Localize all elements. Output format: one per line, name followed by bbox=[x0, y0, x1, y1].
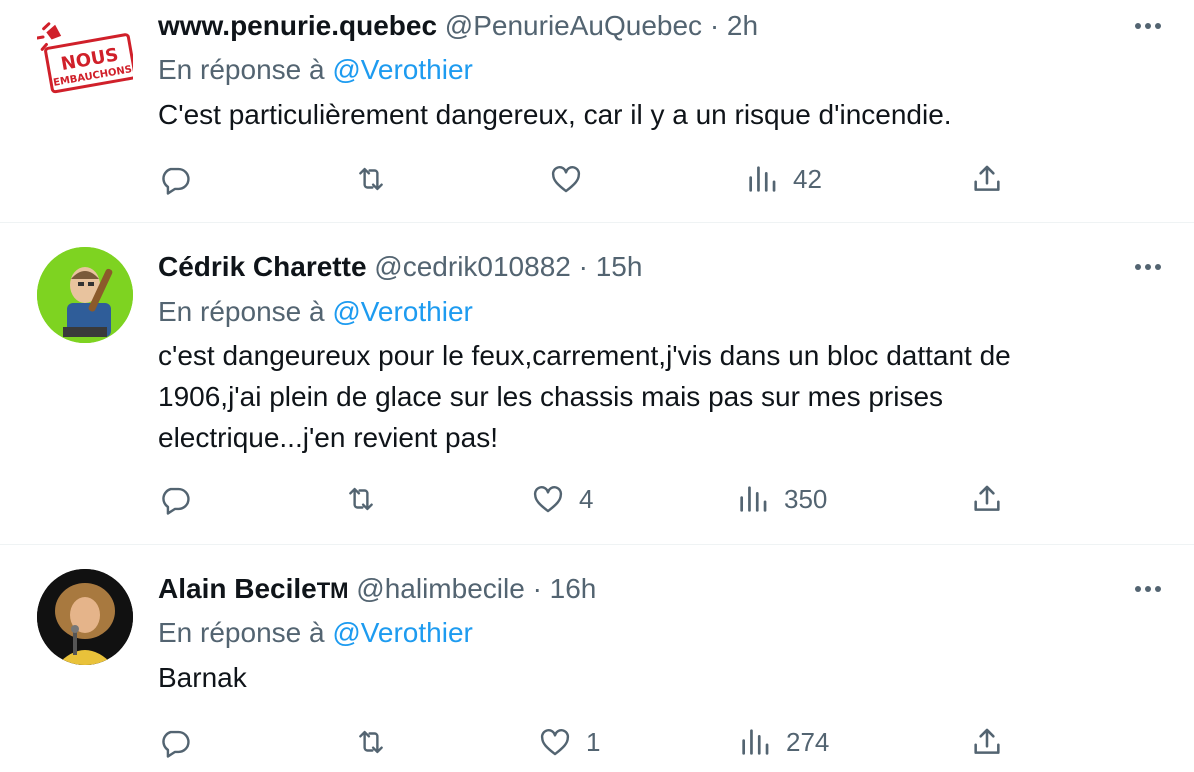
retweet-icon bbox=[349, 487, 373, 511]
tweet-text-line: c'est dangeureux pour le feux,carrement,… bbox=[158, 340, 1011, 371]
share-button[interactable] bbox=[970, 157, 1004, 201]
reply-mention-link[interactable]: @Verothier bbox=[332, 54, 473, 85]
more-button[interactable] bbox=[1128, 569, 1168, 609]
like-count: 4 bbox=[579, 483, 594, 514]
tweet-header: Alain BecileTM @halimbecile · 16h bbox=[158, 569, 1114, 609]
like-button[interactable] bbox=[549, 157, 597, 201]
tweet-text-line: 1906,j'ai plein de glace sur les chassis… bbox=[158, 381, 944, 412]
retweet-button[interactable] bbox=[354, 720, 388, 764]
like-count: 1 bbox=[586, 726, 601, 757]
reply-icon bbox=[162, 487, 190, 515]
reply-button[interactable] bbox=[158, 157, 192, 201]
retweet-icon bbox=[359, 730, 383, 754]
avatar[interactable] bbox=[37, 569, 133, 665]
tweet-text-line: electrique...j'en revient pas! bbox=[158, 422, 498, 453]
reply-icon bbox=[162, 167, 190, 195]
reply-context: En réponse à @Verothier bbox=[158, 50, 473, 90]
share-icon bbox=[974, 165, 1000, 191]
name-suffix: TM bbox=[316, 578, 349, 603]
retweet-icon bbox=[359, 167, 383, 191]
tweet[interactable]: Cédrik Charette @cedrik010882 · 15h En r… bbox=[0, 223, 1194, 544]
tweet[interactable]: Alain BecileTM @halimbecile · 16h En rép… bbox=[0, 545, 1194, 772]
views-button[interactable]: 274 bbox=[738, 720, 829, 764]
reply-prefix: En réponse à bbox=[158, 54, 325, 85]
reply-context: En réponse à @Verothier bbox=[158, 292, 473, 332]
more-icon bbox=[1135, 23, 1141, 29]
share-button[interactable] bbox=[970, 477, 1004, 521]
tweet-text-line: Barnak bbox=[158, 662, 247, 693]
reply-icon bbox=[162, 730, 190, 758]
views-icon bbox=[749, 166, 776, 192]
avatar[interactable]: NOUS EMBAUCHONS bbox=[35, 8, 137, 104]
more-icon bbox=[1135, 264, 1141, 270]
retweet-button[interactable] bbox=[344, 477, 378, 521]
views-button[interactable]: 42 bbox=[745, 157, 822, 201]
display-name[interactable]: Cédrik Charette bbox=[158, 251, 367, 282]
reply-prefix: En réponse à bbox=[158, 296, 325, 327]
views-button[interactable]: 350 bbox=[736, 477, 827, 521]
timestamp[interactable]: · 2h bbox=[710, 10, 758, 41]
like-button[interactable]: 1 bbox=[538, 720, 600, 764]
share-button[interactable] bbox=[970, 720, 1004, 764]
tweet-header: Cédrik Charette @cedrik010882 · 15h bbox=[158, 247, 1114, 287]
avatar-portrait-image bbox=[37, 569, 133, 665]
view-count: 274 bbox=[786, 726, 830, 757]
reply-mention-link[interactable]: @Verothier bbox=[332, 617, 473, 648]
share-icon bbox=[974, 485, 1000, 511]
tweet-text: C'est particulièrement dangereux, car il… bbox=[158, 94, 1148, 135]
reply-button[interactable] bbox=[158, 477, 192, 521]
views-icon bbox=[742, 729, 769, 755]
display-name[interactable]: Alain Becile bbox=[158, 573, 317, 604]
reply-mention-link[interactable]: @Verothier bbox=[332, 296, 473, 327]
tweet-text: Barnak bbox=[158, 657, 1148, 698]
avatar-cartoon-image bbox=[37, 247, 133, 343]
action-bar: 42 bbox=[158, 157, 1038, 201]
like-icon bbox=[533, 486, 563, 513]
view-count: 42 bbox=[793, 163, 822, 194]
handle[interactable]: @cedrik010882 bbox=[374, 251, 571, 282]
handle[interactable]: @PenurieAuQuebec bbox=[445, 10, 702, 41]
tweet-header: www.penurie.quebec @PenurieAuQuebec · 2h bbox=[158, 6, 1114, 46]
views-icon bbox=[740, 486, 767, 512]
nous-embauchons-logo: NOUS EMBAUCHONS bbox=[35, 22, 137, 94]
reply-button[interactable] bbox=[158, 720, 192, 764]
reply-context: En réponse à @Verothier bbox=[158, 613, 473, 653]
tweet-text: c'est dangeureux pour le feux,carrement,… bbox=[158, 335, 1148, 458]
avatar[interactable] bbox=[37, 247, 133, 343]
timestamp[interactable]: · 15h bbox=[579, 251, 643, 282]
action-bar: 1 274 bbox=[158, 720, 1038, 764]
timestamp[interactable]: · 16h bbox=[533, 573, 597, 604]
more-button[interactable] bbox=[1128, 6, 1168, 46]
handle[interactable]: @halimbecile bbox=[356, 573, 525, 604]
like-icon bbox=[540, 729, 570, 756]
retweet-button[interactable] bbox=[354, 157, 388, 201]
share-icon bbox=[974, 728, 1000, 754]
more-button[interactable] bbox=[1128, 247, 1168, 287]
reply-prefix: En réponse à bbox=[158, 617, 325, 648]
display-name[interactable]: www.penurie.quebec bbox=[158, 10, 437, 41]
action-bar: 4 350 bbox=[158, 477, 1038, 521]
view-count: 350 bbox=[784, 483, 828, 514]
more-icon bbox=[1135, 586, 1141, 592]
like-icon bbox=[551, 166, 581, 193]
like-button[interactable]: 4 bbox=[531, 477, 593, 521]
tweet-text-line: C'est particulièrement dangereux, car il… bbox=[158, 99, 952, 130]
tweet[interactable]: NOUS EMBAUCHONS www.penurie.quebec @Penu… bbox=[0, 0, 1194, 222]
